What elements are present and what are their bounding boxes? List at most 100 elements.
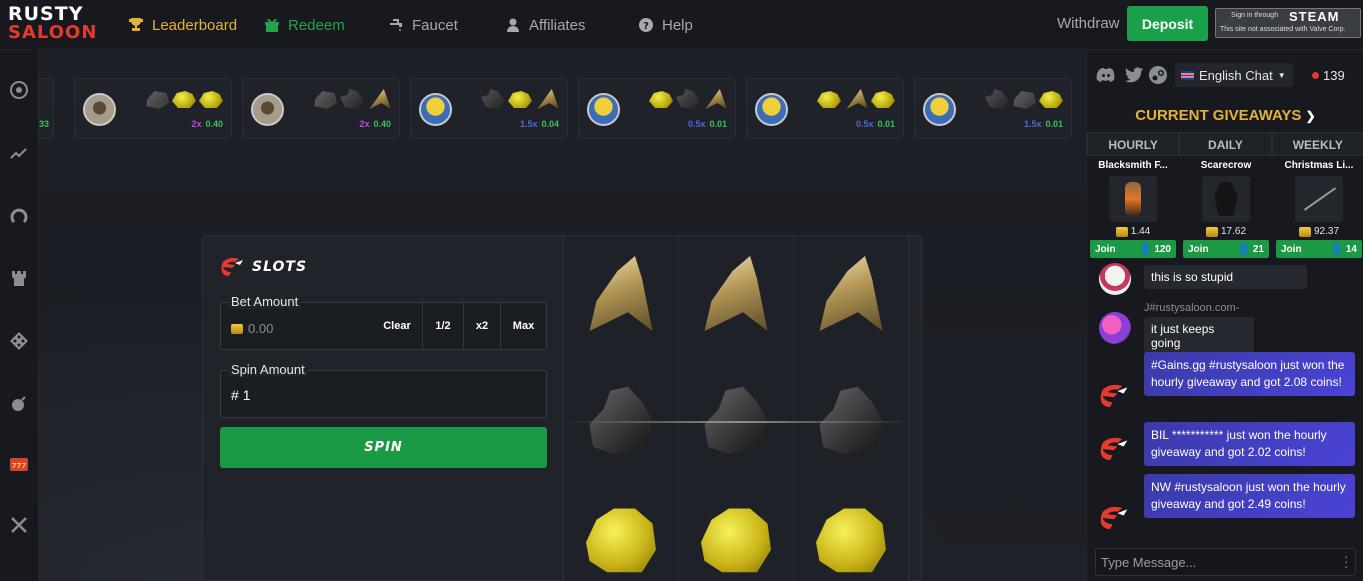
avatar (419, 93, 452, 126)
max-button[interactable]: Max (500, 303, 546, 349)
chevron-down-icon: ❯ (1305, 109, 1316, 123)
system-message: BIL *********** just won the hourly give… (1144, 422, 1355, 466)
win-value: .33 (39, 119, 49, 129)
steam-brand: STEAM (1289, 9, 1340, 24)
bet-amount-field: Bet Amount 0.00 Clear 1/2 x2 Max (220, 294, 547, 350)
withdraw-link[interactable]: Withdraw (1057, 15, 1120, 32)
giveaway-item-image (1202, 176, 1250, 222)
horseshoe-icon[interactable] (9, 205, 29, 225)
svg-text:?: ? (643, 21, 649, 32)
brand-mark-icon (1100, 384, 1128, 408)
swords-icon[interactable] (9, 515, 29, 535)
avatar (923, 93, 956, 126)
chat-username[interactable]: J#rustysaloon.com- (1144, 302, 1239, 314)
chat-message-input[interactable] (1096, 549, 1326, 575)
spin-amount-field: Spin Amount # 1 (220, 362, 547, 418)
avatar (251, 93, 284, 126)
svg-text:777: 777 (12, 462, 27, 470)
reel-item (819, 256, 883, 331)
nav-affiliates[interactable]: Affiliates (505, 15, 585, 35)
avatar (755, 93, 788, 126)
spin-button[interactable]: SPIN (220, 427, 547, 468)
participants-count: 👤 21 (1237, 243, 1264, 255)
giveaway-item-image (1295, 176, 1343, 222)
bet-amount-value: 0.00 (248, 321, 274, 336)
deposit-button[interactable]: Deposit (1127, 6, 1208, 41)
trending-icon[interactable] (9, 143, 29, 163)
win-multiplier: 1.5x 0.04 (519, 119, 559, 129)
nav-help-label: Help (662, 16, 693, 34)
game-sidebar: 777 (0, 50, 39, 581)
bomb-icon[interactable] (9, 393, 29, 413)
giveaway-item-name: Blacksmith F... (1098, 160, 1168, 171)
tab-weekly[interactable]: WEEKLY (1271, 132, 1363, 156)
chat-message: this is so stupid (1144, 265, 1307, 289)
reel-item (704, 256, 768, 331)
join-giveaway-button[interactable]: Join 👤 120 (1090, 240, 1176, 258)
recent-win-card[interactable]: 2x 0.40 (74, 78, 232, 139)
recent-win-card[interactable]: 0.5x 0.01 (746, 78, 904, 139)
roulette-icon[interactable] (9, 80, 29, 100)
join-giveaway-button[interactable]: Join 👤 14 (1276, 240, 1362, 258)
win-items (649, 89, 727, 109)
nav-redeem-label: Redeem (288, 16, 345, 34)
win-items (481, 89, 559, 109)
giveaways-header[interactable]: CURRENT GIVEAWAYS ❯ (1087, 107, 1363, 124)
slots-panel: SLOTS Bet Amount 0.00 Clear 1/2 x2 Max S… (202, 235, 922, 581)
site-logo[interactable]: RUSTY SALOON (8, 5, 100, 45)
clear-button[interactable]: Clear (372, 303, 422, 349)
recent-wins-strip: .33 2x0.40 2x0.40 1.5x0.04 0.5x0.01 0.5x… (39, 50, 1086, 155)
tab-daily[interactable]: DAILY (1179, 132, 1272, 156)
chat-header: English Chat ▼ 139 (1087, 50, 1363, 100)
spin-amount-value: 1 (242, 387, 251, 403)
nav-faucet[interactable]: Faucet (388, 15, 458, 35)
steam-icon[interactable] (1148, 65, 1168, 85)
recent-win-card[interactable]: 1.5x 0.04 (410, 78, 568, 139)
twitter-icon[interactable] (1124, 65, 1144, 85)
giveaway-item-name: Christmas Li... (1284, 160, 1354, 171)
discord-icon[interactable] (1096, 65, 1116, 85)
kebab-menu-icon[interactable]: · · · (1344, 550, 1348, 573)
half-button[interactable]: 1/2 (422, 303, 463, 349)
double-button[interactable]: x2 (463, 303, 500, 349)
reel-2 (679, 236, 794, 581)
coin-icon (231, 323, 243, 334)
steam-disclaimer: This site not associated with Valve Corp… (1220, 26, 1346, 33)
nav-redeem[interactable]: Redeem (264, 15, 345, 35)
giveaway-item-image (1109, 176, 1157, 222)
chat-panel: English Chat ▼ 139 CURRENT GIVEAWAYS ❯ H… (1086, 50, 1363, 581)
coin-icon (1205, 226, 1218, 237)
reel-1 (564, 236, 679, 581)
bet-amount-input[interactable]: 0.00 (231, 321, 273, 336)
win-items (145, 89, 223, 109)
recent-win-card[interactable]: .33 (39, 78, 54, 139)
recent-win-card[interactable]: 2x 0.40 (242, 78, 400, 139)
nav-affiliates-label: Affiliates (529, 16, 586, 34)
spin-amount-input[interactable]: # 1 (231, 387, 250, 403)
dice-icon[interactable] (9, 331, 29, 351)
steam-signin-button[interactable]: Sign in through STEAM This site not asso… (1215, 8, 1361, 38)
win-items (985, 89, 1063, 109)
giveaway-price: 1.44 (1087, 226, 1179, 237)
user-icon (507, 18, 519, 32)
tab-hourly[interactable]: HOURLY (1087, 132, 1180, 156)
recent-win-card[interactable]: 1.5x 0.01 (914, 78, 1072, 139)
castle-icon[interactable] (9, 268, 29, 288)
nav-help[interactable]: ? Help (638, 15, 693, 35)
win-multiplier: 2x 0.40 (359, 119, 391, 129)
chat-message: it just keeps going (1144, 317, 1254, 355)
chat-language-select[interactable]: English Chat ▼ (1175, 63, 1293, 87)
recent-win-card[interactable]: 0.5x 0.01 (578, 78, 736, 139)
slots-777-icon[interactable]: 777 (9, 454, 29, 474)
giveaway-weekly: Christmas Li... 92.37 Join 👤 14 (1273, 156, 1363, 264)
coin-icon (1115, 226, 1128, 237)
nav-leaderboard[interactable]: Leaderboard (128, 15, 237, 35)
giveaway-tabs: HOURLY DAILY WEEKLY (1087, 132, 1363, 156)
reel-item (589, 256, 653, 331)
avatar[interactable] (1099, 263, 1131, 295)
avatar[interactable] (1099, 312, 1131, 344)
logo-line-2: SALOON (8, 22, 98, 43)
join-giveaway-button[interactable]: Join 👤 21 (1183, 240, 1269, 258)
help-icon: ? (639, 18, 653, 32)
brand-mark-icon (1100, 506, 1128, 530)
